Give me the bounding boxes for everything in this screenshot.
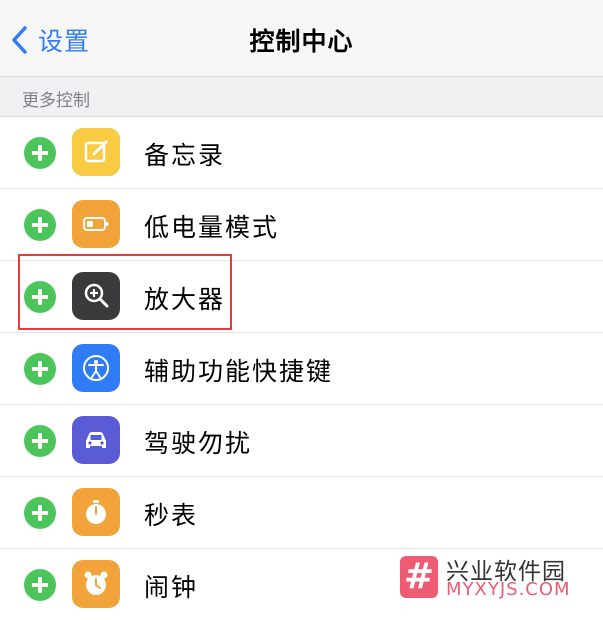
navigation-bar: 设置 控制中心 xyxy=(0,0,603,77)
watermark: # 兴业软件园 MYXYJS.COM xyxy=(398,550,598,604)
controls-list: 备忘录 低电量模式 放大器 辅助功能快捷键 驾驶勿扰 秒表 闹钟 xyxy=(0,117,603,620)
list-item-label: 闹钟 xyxy=(144,573,199,602)
notes-icon xyxy=(72,128,120,176)
list-item-label: 驾驶勿扰 xyxy=(144,429,253,458)
add-button[interactable] xyxy=(24,497,56,529)
list-item-low-power-mode[interactable]: 低电量模式 xyxy=(0,189,603,261)
highlight-box xyxy=(18,254,232,330)
list-item-label: 辅助功能快捷键 xyxy=(144,357,334,386)
car-icon xyxy=(72,416,120,464)
watermark-url: MYXYJS.COM xyxy=(446,579,571,600)
list-item-label: 备忘录 xyxy=(144,141,226,170)
low-power-icon xyxy=(72,200,120,248)
accessibility-icon xyxy=(72,344,120,392)
list-item-do-not-disturb-while-driving[interactable]: 驾驶勿扰 xyxy=(0,405,603,477)
stopwatch-icon xyxy=(72,488,120,536)
add-button[interactable] xyxy=(24,209,56,241)
list-item-accessibility-shortcut[interactable]: 辅助功能快捷键 xyxy=(0,333,603,405)
list-item-label: 低电量模式 xyxy=(144,213,280,242)
alarm-clock-icon xyxy=(72,560,120,608)
list-item-label: 秒表 xyxy=(144,501,199,530)
add-button[interactable] xyxy=(24,353,56,385)
section-header-label: 更多控制 xyxy=(22,91,90,111)
section-header: 更多控制 xyxy=(0,77,603,117)
watermark-logo: # xyxy=(400,556,438,598)
add-button[interactable] xyxy=(24,569,56,601)
list-item-stopwatch[interactable]: 秒表 xyxy=(0,477,603,549)
add-button[interactable] xyxy=(24,137,56,169)
list-item-notes[interactable]: 备忘录 xyxy=(0,117,603,189)
page-title: 控制中心 xyxy=(249,27,354,56)
add-button[interactable] xyxy=(24,425,56,457)
